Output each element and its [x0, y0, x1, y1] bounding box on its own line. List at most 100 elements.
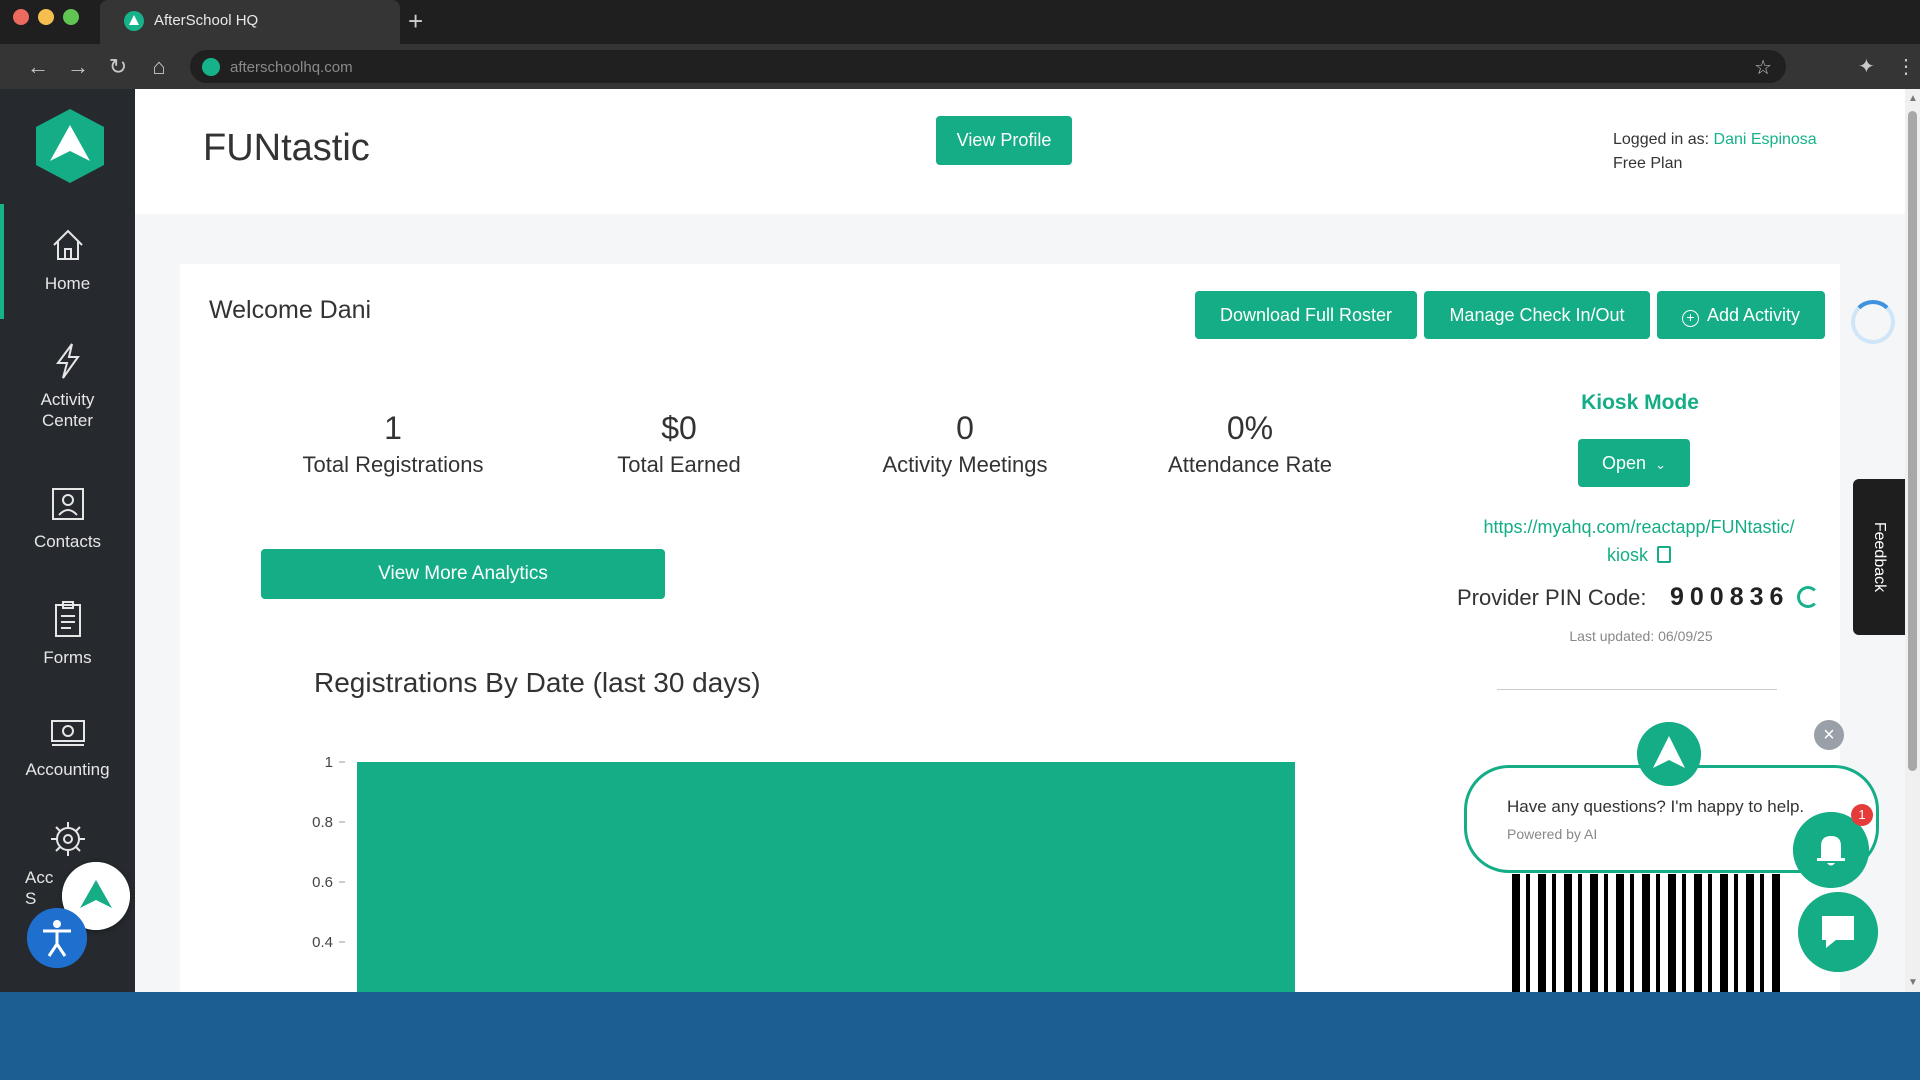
chat-powered-by: Powered by AI: [1507, 826, 1598, 842]
kiosk-link-line1: https://myahq.com/reactapp/FUNtastic/: [1483, 517, 1795, 537]
stat-label: Total Registrations: [302, 452, 484, 477]
kiosk-mode-title: Kiosk Mode: [1581, 391, 1699, 414]
extensions-icon[interactable]: ✦: [1858, 54, 1875, 79]
refresh-pin-icon[interactable]: [1797, 586, 1819, 608]
sidebar-item-contacts[interactable]: Contacts: [0, 483, 135, 552]
stat-value: 1: [384, 410, 402, 446]
address-bar[interactable]: afterschoolhq.com ☆: [190, 50, 1786, 83]
y-tick-label: 0.8: [312, 814, 333, 831]
last-updated: Last updated: 06/09/25: [1569, 628, 1713, 644]
plus-circle-icon: +: [1681, 310, 1699, 327]
chat-launcher-icon[interactable]: [1798, 892, 1878, 972]
stat-activity-meetings: 0 Activity Meetings: [840, 408, 1090, 508]
scrollbar[interactable]: ▲ ▼: [1905, 89, 1920, 992]
afterschool-logo[interactable]: [34, 107, 106, 185]
chat-close-icon[interactable]: ×: [1814, 720, 1844, 750]
url-text: afterschoolhq.com: [230, 59, 353, 76]
page-title: FUNtastic: [203, 127, 370, 169]
logged-in-info: Logged in as: Dani Espinosa: [1613, 131, 1817, 149]
pin-code: 900836: [1670, 583, 1790, 611]
view-more-analytics-button[interactable]: View More Analytics: [261, 549, 665, 599]
feedback-tab[interactable]: Feedback: [1853, 479, 1905, 635]
menu-icon[interactable]: ⋮: [1896, 54, 1916, 79]
sidebar-item-label: Accounting: [25, 760, 110, 779]
home-icon[interactable]: ⌂: [145, 53, 173, 81]
add-activity-button[interactable]: + Add Activity: [1657, 291, 1825, 339]
stat-label: Total Earned: [617, 452, 741, 477]
bottom-band: [0, 992, 1920, 1080]
favicon-icon: [124, 11, 144, 31]
browser-titlebar: AfterSchool HQ +: [0, 0, 1920, 44]
new-tab-button[interactable]: +: [408, 6, 423, 36]
user-name-link[interactable]: Dani Espinosa: [1714, 131, 1817, 148]
back-icon[interactable]: ←: [24, 53, 52, 81]
stat-label: Attendance Rate: [1168, 452, 1332, 477]
chat-message: Have any questions? I'm happy to help.: [1507, 797, 1805, 816]
stat-value: 0%: [1226, 410, 1274, 446]
bookmark-star-icon[interactable]: ☆: [1754, 55, 1772, 80]
scroll-down-icon[interactable]: ▼: [1908, 977, 1918, 988]
chevron-down-icon: ⌄: [1655, 457, 1666, 472]
sidebar-item-accounting[interactable]: Accounting: [0, 711, 135, 780]
feedback-label: Feedback: [1871, 521, 1888, 593]
manage-checkin-button[interactable]: Manage Check In/Out: [1424, 291, 1650, 339]
forward-icon[interactable]: →: [64, 53, 92, 81]
sidebar-item-label: Forms: [43, 648, 92, 667]
accessibility-icon[interactable]: [27, 908, 87, 968]
view-profile-button[interactable]: View Profile: [936, 116, 1072, 165]
plan-label: Free Plan: [1613, 155, 1683, 172]
notification-badge: 1: [1851, 804, 1873, 826]
stat-total-registrations: 1 Total Registrations: [268, 408, 518, 508]
maximize-window-button[interactable]: [63, 9, 79, 25]
download-roster-button[interactable]: Download Full Roster: [1195, 291, 1417, 339]
kiosk-link-line2: kiosk: [1414, 541, 1864, 569]
kiosk-qr-code: [1512, 874, 1782, 992]
stat-total-earned: $0 Total Earned: [554, 408, 804, 508]
gear-icon: [50, 822, 85, 856]
stat-value: $0: [661, 410, 697, 446]
stat-value: 0: [956, 410, 974, 446]
scroll-thumb[interactable]: [1908, 111, 1917, 771]
browser-tab[interactable]: AfterSchool HQ: [100, 0, 400, 44]
sidebar-item-label: Contacts: [33, 532, 102, 551]
pin-label: Provider PIN Code:: [1457, 585, 1647, 610]
scroll-up-icon[interactable]: ▲: [1908, 93, 1918, 104]
tab-title: AfterSchool HQ: [154, 12, 259, 29]
sidebar-item-forms[interactable]: Forms: [0, 599, 135, 668]
sidebar-item-activity-center[interactable]: Activity Center: [0, 341, 135, 431]
minimize-window-button[interactable]: [38, 9, 54, 25]
kiosk-link[interactable]: https://myahq.com/reactapp/FUNtastic/ ki…: [1414, 513, 1864, 569]
contacts-icon: [51, 488, 84, 520]
reload-icon[interactable]: ↻: [104, 53, 132, 81]
cash-icon: [50, 720, 85, 746]
page-header: FUNtastic View Profile Logged in as: Dan…: [135, 89, 1905, 214]
copy-icon[interactable]: [1657, 546, 1672, 563]
logged-in-label: Logged in as:: [1613, 131, 1710, 148]
y-tick-label: 1: [325, 754, 333, 771]
divider: [1497, 689, 1777, 690]
add-activity-label: Add Activity: [1706, 305, 1801, 325]
chart-title: Registrations By Date (last 30 days): [314, 667, 761, 698]
browser-toolbar: ← → ↻ ⌂ afterschoolhq.com ☆ ✦ ⋮: [0, 44, 1920, 89]
open-label: Open: [1602, 453, 1647, 473]
stat-label: Activity Meetings: [882, 452, 1048, 477]
chat-avatar-icon: [1637, 722, 1701, 786]
kiosk-open-dropdown[interactable]: Open ⌄: [1578, 439, 1690, 487]
clipboard-icon: [54, 601, 81, 637]
sidebar-item-label: Activity Center: [40, 390, 95, 430]
close-window-button[interactable]: [13, 9, 29, 25]
chart-bar[interactable]: [357, 762, 1295, 1012]
lightning-icon: [55, 343, 80, 379]
y-tick-label: 0.4: [312, 934, 333, 951]
stat-attendance-rate: 0% Attendance Rate: [1125, 408, 1375, 508]
welcome-heading: Welcome Dani: [209, 296, 372, 324]
sidebar-item-home[interactable]: Home: [0, 225, 135, 294]
site-icon: [202, 58, 220, 76]
y-tick-label: 0.6: [312, 874, 333, 891]
sidebar-item-label: Acc S: [25, 868, 54, 908]
sidebar-item-label: Home: [44, 274, 91, 293]
loading-spinner-icon: [1851, 300, 1895, 344]
kiosk-link-line2-text: kiosk: [1606, 545, 1648, 565]
registrations-chart: 1 0.8 0.6 0.4: [312, 754, 1295, 1012]
home-icon: [52, 229, 83, 260]
